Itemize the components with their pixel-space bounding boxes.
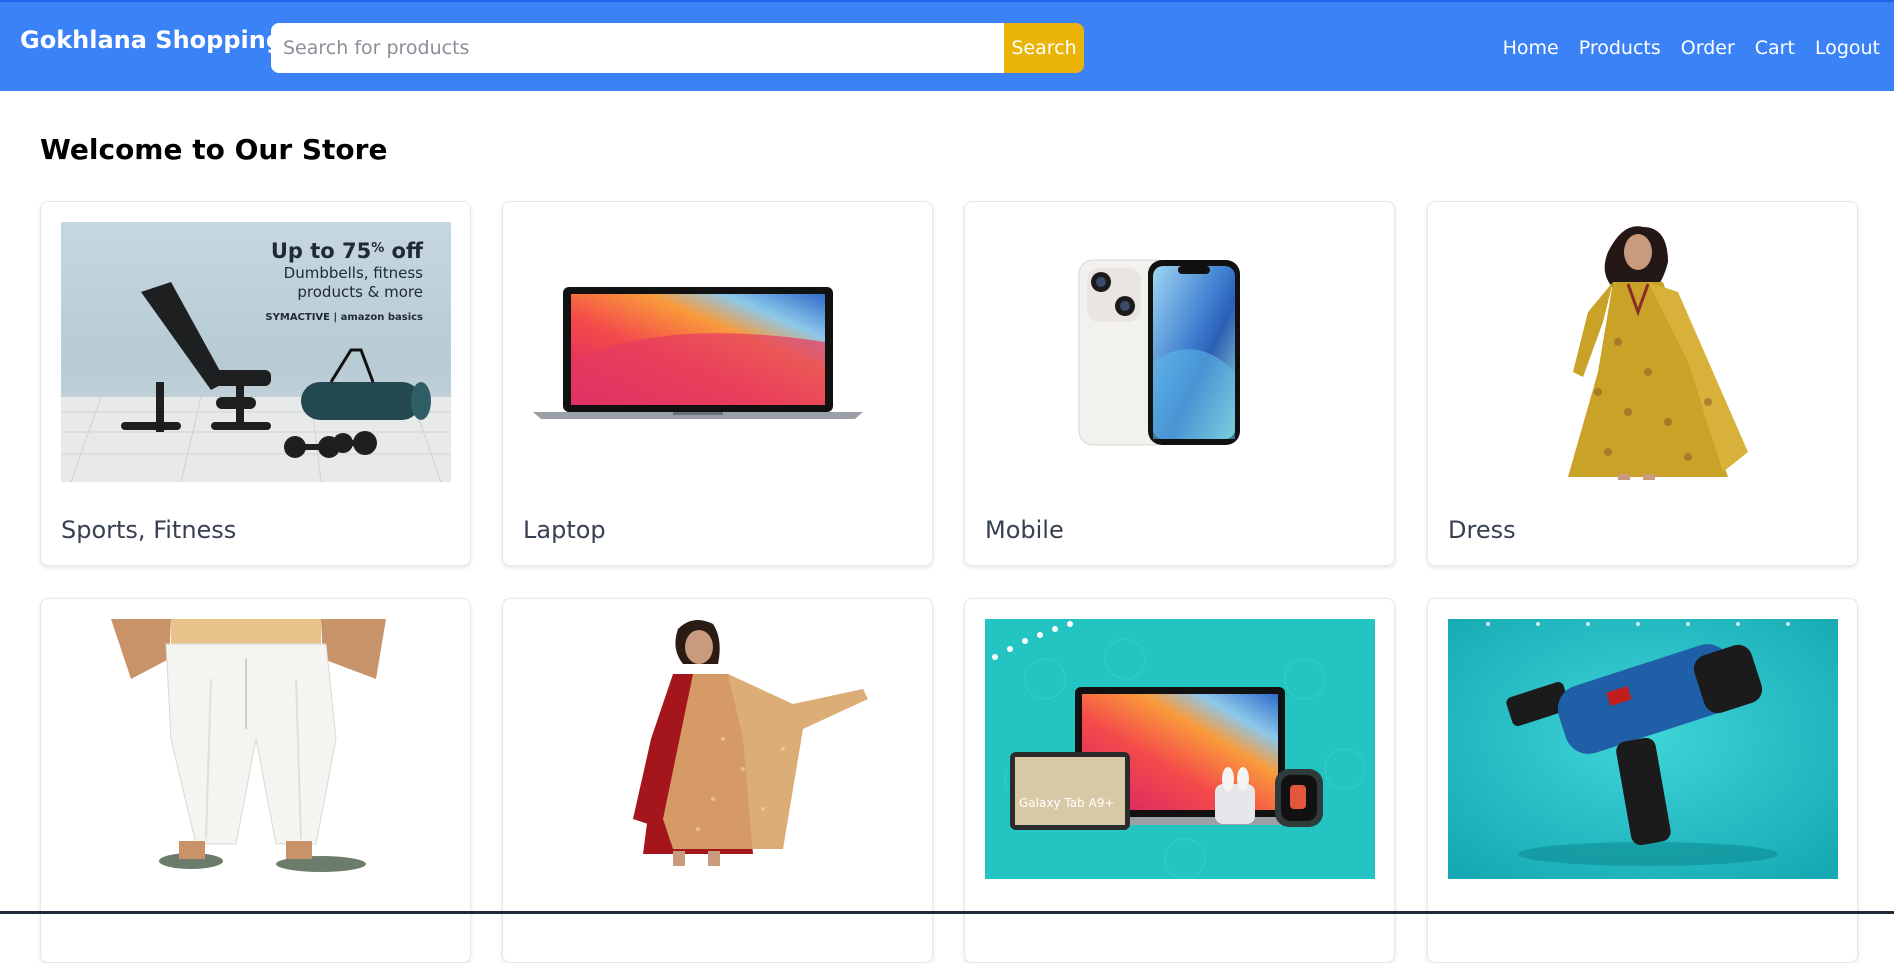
nav-links: Home Products Order Cart Logout <box>1503 37 1880 59</box>
nav-logout[interactable]: Logout <box>1815 37 1880 59</box>
power-drill-image <box>1448 619 1838 879</box>
category-card-mobile[interactable]: Mobile <box>964 201 1395 566</box>
category-card-electronics[interactable]: Galaxy Tab A9+ <box>964 598 1395 963</box>
banner-headline-suffix: % <box>371 241 384 256</box>
page-title: Welcome to Our Store <box>40 133 388 166</box>
category-card-laptop[interactable]: Laptop <box>502 201 933 566</box>
banner-line-2: products & more <box>297 283 423 301</box>
nav-home[interactable]: Home <box>1503 37 1559 59</box>
nav-order[interactable]: Order <box>1681 37 1735 59</box>
category-card-tools[interactable] <box>1427 598 1858 963</box>
banner-line-1: Dumbbells, fitness <box>284 264 424 282</box>
category-label: Dress <box>1448 516 1516 544</box>
category-label: Mobile <box>985 516 1064 544</box>
banner-brands: SYMACTIVE | amazon basics <box>265 312 423 323</box>
fitness-banner-image: Up to 75% off Dumbbells, fitness product… <box>61 222 451 482</box>
trousers-image <box>61 619 451 879</box>
kurta-dupatta-image <box>523 619 913 879</box>
category-label: Sports, Fitness <box>61 516 237 544</box>
search-button[interactable]: Search <box>1004 23 1084 73</box>
category-card-kurta[interactable] <box>502 598 933 963</box>
brand-logo[interactable]: Gokhlana Shopping <box>20 26 283 54</box>
search-bar: Search <box>271 23 1084 73</box>
phone-image <box>985 222 1375 482</box>
banner-headline: Up to 75% off <box>271 239 424 263</box>
category-card-dress[interactable]: Dress <box>1427 201 1858 566</box>
category-card-trousers[interactable] <box>40 598 471 963</box>
search-input[interactable] <box>271 23 1004 73</box>
top-navbar: Gokhlana Shopping Search Home Products O… <box>0 0 1894 91</box>
laptop-image <box>523 222 913 482</box>
category-card-sports-fitness[interactable]: Up to 75% off Dumbbells, fitness product… <box>40 201 471 566</box>
electronics-banner-image: Galaxy Tab A9+ <box>985 619 1375 879</box>
category-label: Laptop <box>523 516 606 544</box>
dress-image <box>1448 222 1838 482</box>
tablet-text: Galaxy Tab A9+ <box>1019 796 1114 810</box>
nav-cart[interactable]: Cart <box>1755 37 1795 59</box>
nav-products[interactable]: Products <box>1579 37 1661 59</box>
